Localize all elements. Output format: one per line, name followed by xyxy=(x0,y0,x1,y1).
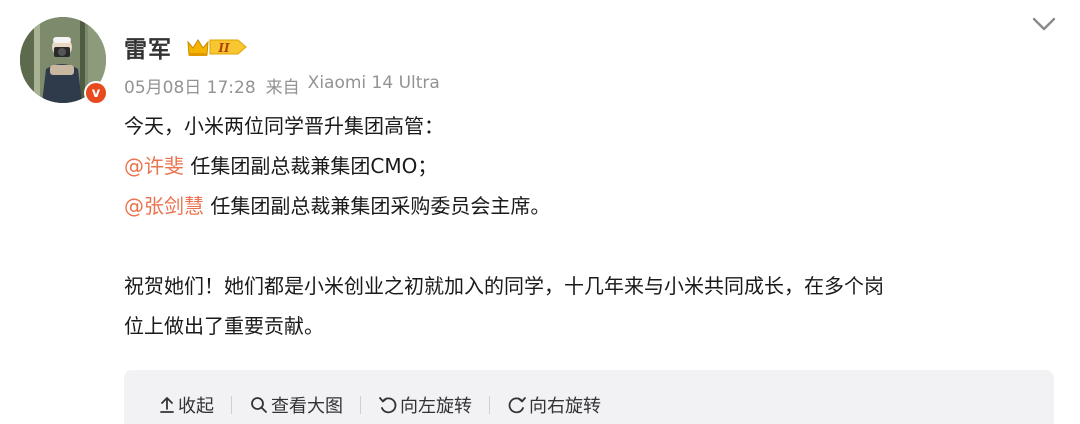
post-text: 任集团副总裁兼集团采购委员会主席。 xyxy=(204,194,551,218)
vip-level-text: II xyxy=(217,41,230,55)
view-large-label: 查看大图 xyxy=(271,396,343,417)
toolbar-items: 收起 查看大图 向左旋转 向右旋转 xyxy=(158,392,601,418)
verified-badge: v xyxy=(84,81,108,105)
rotate-right-label: 向右旋转 xyxy=(529,396,601,417)
weibo-post: v 雷军 II 05月08日 17:28 来自 Xiaomi 14 Ultra … xyxy=(0,0,1080,424)
post-line: 位上做出了重要贡献。 xyxy=(124,314,324,338)
chevron-down-icon[interactable] xyxy=(1030,10,1058,38)
image-toolbar: 收起 查看大图 向左旋转 向右旋转 xyxy=(124,370,1054,424)
collapse-label: 收起 xyxy=(178,396,214,417)
magnifier-icon xyxy=(251,397,267,413)
verified-v-icon: v xyxy=(86,83,106,103)
mention-link[interactable]: @张剑慧 xyxy=(124,194,204,218)
username[interactable]: 雷军 xyxy=(124,30,172,64)
rotate-right-button[interactable]: 向右旋转 xyxy=(507,392,601,418)
post-source-prefix: 来自 xyxy=(265,78,300,98)
crown-vip-icon: II xyxy=(187,39,247,56)
post-source: 来自 Xiaomi 14 Ultra xyxy=(266,73,440,98)
post-line: @许斐 任集团副总裁兼集团CMO； xyxy=(124,146,1054,186)
collapse-up-icon xyxy=(160,397,174,413)
avatar-container[interactable]: v xyxy=(20,17,108,105)
vip-badge[interactable]: II xyxy=(186,36,250,58)
post-line: 今天，小米两位同学晋升集团高管： xyxy=(124,114,444,138)
post-meta: 05月08日 17:28 来自 Xiaomi 14 Ultra xyxy=(124,73,440,98)
toolbar-divider xyxy=(360,396,361,414)
post-text: 任集团副总裁兼集团CMO； xyxy=(184,154,438,178)
post-source-device: Xiaomi 14 Ultra xyxy=(307,73,440,93)
collapse-button[interactable]: 收起 xyxy=(158,392,214,418)
rotate-left-button[interactable]: 向左旋转 xyxy=(378,392,472,418)
toolbar-divider xyxy=(231,396,232,414)
post-line: @张剑慧 任集团副总裁兼集团采购委员会主席。 xyxy=(124,186,1054,226)
mention-link[interactable]: @许斐 xyxy=(124,154,184,178)
view-large-button[interactable]: 查看大图 xyxy=(249,392,343,418)
post-time[interactable]: 05月08日 17:28 xyxy=(124,73,256,98)
toolbar-divider xyxy=(489,396,490,414)
rotate-right-icon xyxy=(508,397,526,414)
username-row: 雷军 II xyxy=(124,31,250,63)
rotate-left-label: 向左旋转 xyxy=(400,396,472,417)
rotate-left-icon xyxy=(379,397,397,414)
post-content: 今天，小米两位同学晋升集团高管： @许斐 任集团副总裁兼集团CMO； @张剑慧 … xyxy=(124,106,1054,346)
post-line: 祝贺她们！她们都是小米创业之初就加入的同学，十几年来与小米共同成长，在多个岗 xyxy=(124,274,884,298)
